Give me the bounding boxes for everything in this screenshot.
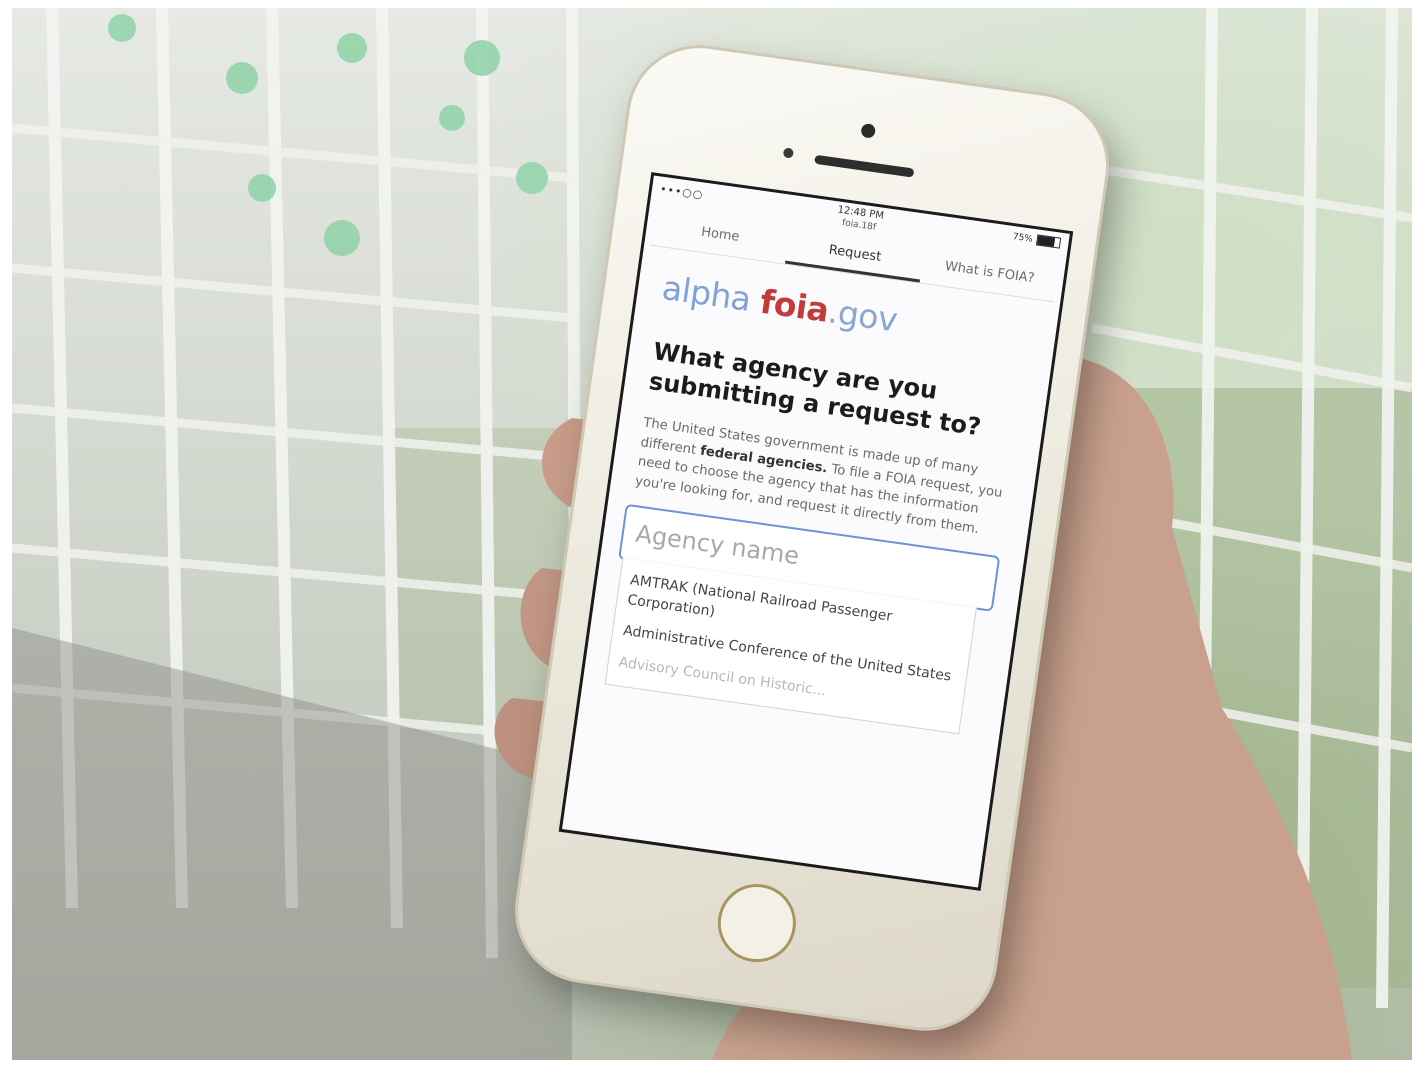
proximity-sensor <box>782 147 795 159</box>
battery-percent: 75% <box>1012 231 1034 245</box>
photo-background: •••○○ 12:48 PM foia.18f 75% Home Request… <box>12 8 1412 1060</box>
logo-foia: foia <box>757 281 832 330</box>
logo-alpha: alpha <box>659 267 754 319</box>
earpiece-speaker <box>814 154 915 178</box>
logo-gov: .gov <box>825 291 900 340</box>
home-button[interactable] <box>712 879 801 968</box>
front-camera <box>860 122 877 139</box>
phone-screen: •••○○ 12:48 PM foia.18f 75% Home Request… <box>558 172 1074 891</box>
